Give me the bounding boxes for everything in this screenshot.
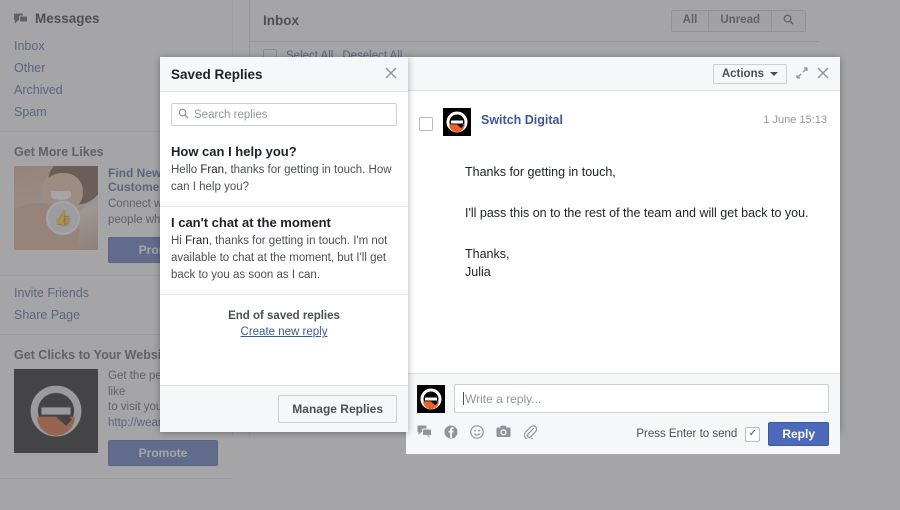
camera-icon[interactable] [496, 425, 511, 443]
saved-reply-title: How can I help you? [171, 144, 297, 159]
list-item[interactable]: I can't chat at the moment Hi Fran, than… [160, 207, 408, 296]
saved-replies-footer: End of saved replies Create new reply [160, 295, 408, 340]
reply-input[interactable]: Write a reply... [454, 384, 829, 413]
conversation-header: Actions [406, 57, 840, 91]
message-paragraph: Thanks, [465, 246, 510, 261]
text-caret [463, 392, 464, 405]
press-enter-label: Press Enter to send [636, 428, 738, 440]
search-icon [178, 108, 189, 122]
reply-composer: Write a reply... Press Enter to send ✓ R… [406, 373, 840, 454]
list-item[interactable]: How can I help you? Hello Fran, thanks f… [160, 136, 408, 208]
saved-replies-search-area: Search replies [160, 92, 408, 136]
message-signature: Julia [465, 265, 491, 280]
saved-reply-snippet: Hi Fran, thanks for getting in touch. I'… [171, 235, 388, 281]
saved-reply-title: I can't chat at the moment [171, 215, 331, 231]
saved-replies-header: Saved Replies [160, 57, 408, 92]
switch-digital-logo [417, 384, 445, 413]
create-new-reply-link[interactable]: Create new reply [241, 326, 328, 338]
message-sender[interactable]: Switch Digital [481, 108, 753, 127]
saved-replies-list: How can I help you? Hello Fran, thanks f… [160, 136, 408, 385]
facebook-icon[interactable] [444, 425, 458, 444]
message-body: Thanks for getting in touch, I'll pass t… [406, 136, 840, 282]
message-paragraph: Thanks for getting in touch, [465, 165, 616, 179]
saved-replies-actions: Manage Replies [160, 385, 408, 432]
message-header: Switch Digital 1 June 15:13 [406, 91, 840, 136]
saved-replies-dialog: Saved Replies Search replies How can I h… [160, 57, 408, 432]
avatar [443, 108, 471, 136]
close-icon[interactable] [817, 67, 829, 81]
actions-button-label: Actions [721, 67, 764, 80]
attachment-icon[interactable] [523, 424, 538, 444]
composer-toolbar: Press Enter to send ✓ Reply [417, 422, 829, 446]
emoji-icon[interactable] [470, 424, 484, 444]
screen: Messages Inbox Other Archived Spam Get M… [0, 0, 900, 510]
saved-replies-title: Saved Replies [171, 66, 263, 82]
composer-avatar [417, 384, 445, 413]
manage-replies-button[interactable]: Manage Replies [278, 395, 397, 423]
message-paragraph: I'll pass this on to the rest of the tea… [465, 205, 809, 220]
reply-input-placeholder: Write a reply... [465, 391, 542, 406]
actions-button[interactable]: Actions [712, 63, 787, 84]
search-input[interactable]: Search replies [171, 103, 397, 126]
conversation-body: Switch Digital 1 June 15:13 Thanks for g… [406, 91, 840, 373]
end-of-list-text: End of saved replies [228, 310, 340, 323]
reply-button[interactable]: Reply [768, 422, 829, 446]
search-input-placeholder: Search replies [194, 108, 268, 121]
close-icon[interactable] [385, 67, 397, 81]
saved-reply-snippet: Hello Fran, thanks for getting in touch.… [171, 164, 392, 193]
chevron-down-icon [770, 71, 778, 76]
expand-icon[interactable] [796, 66, 808, 81]
press-enter-checkbox[interactable]: ✓ [745, 426, 761, 442]
message-timestamp: 1 June 15:13 [763, 114, 827, 126]
conversation-window: Actions Switch Digital 1 June 15:13 Than… [406, 57, 840, 454]
switch-digital-logo [443, 108, 471, 136]
message-checkbox[interactable] [419, 117, 433, 131]
saved-replies-icon[interactable] [417, 425, 432, 443]
